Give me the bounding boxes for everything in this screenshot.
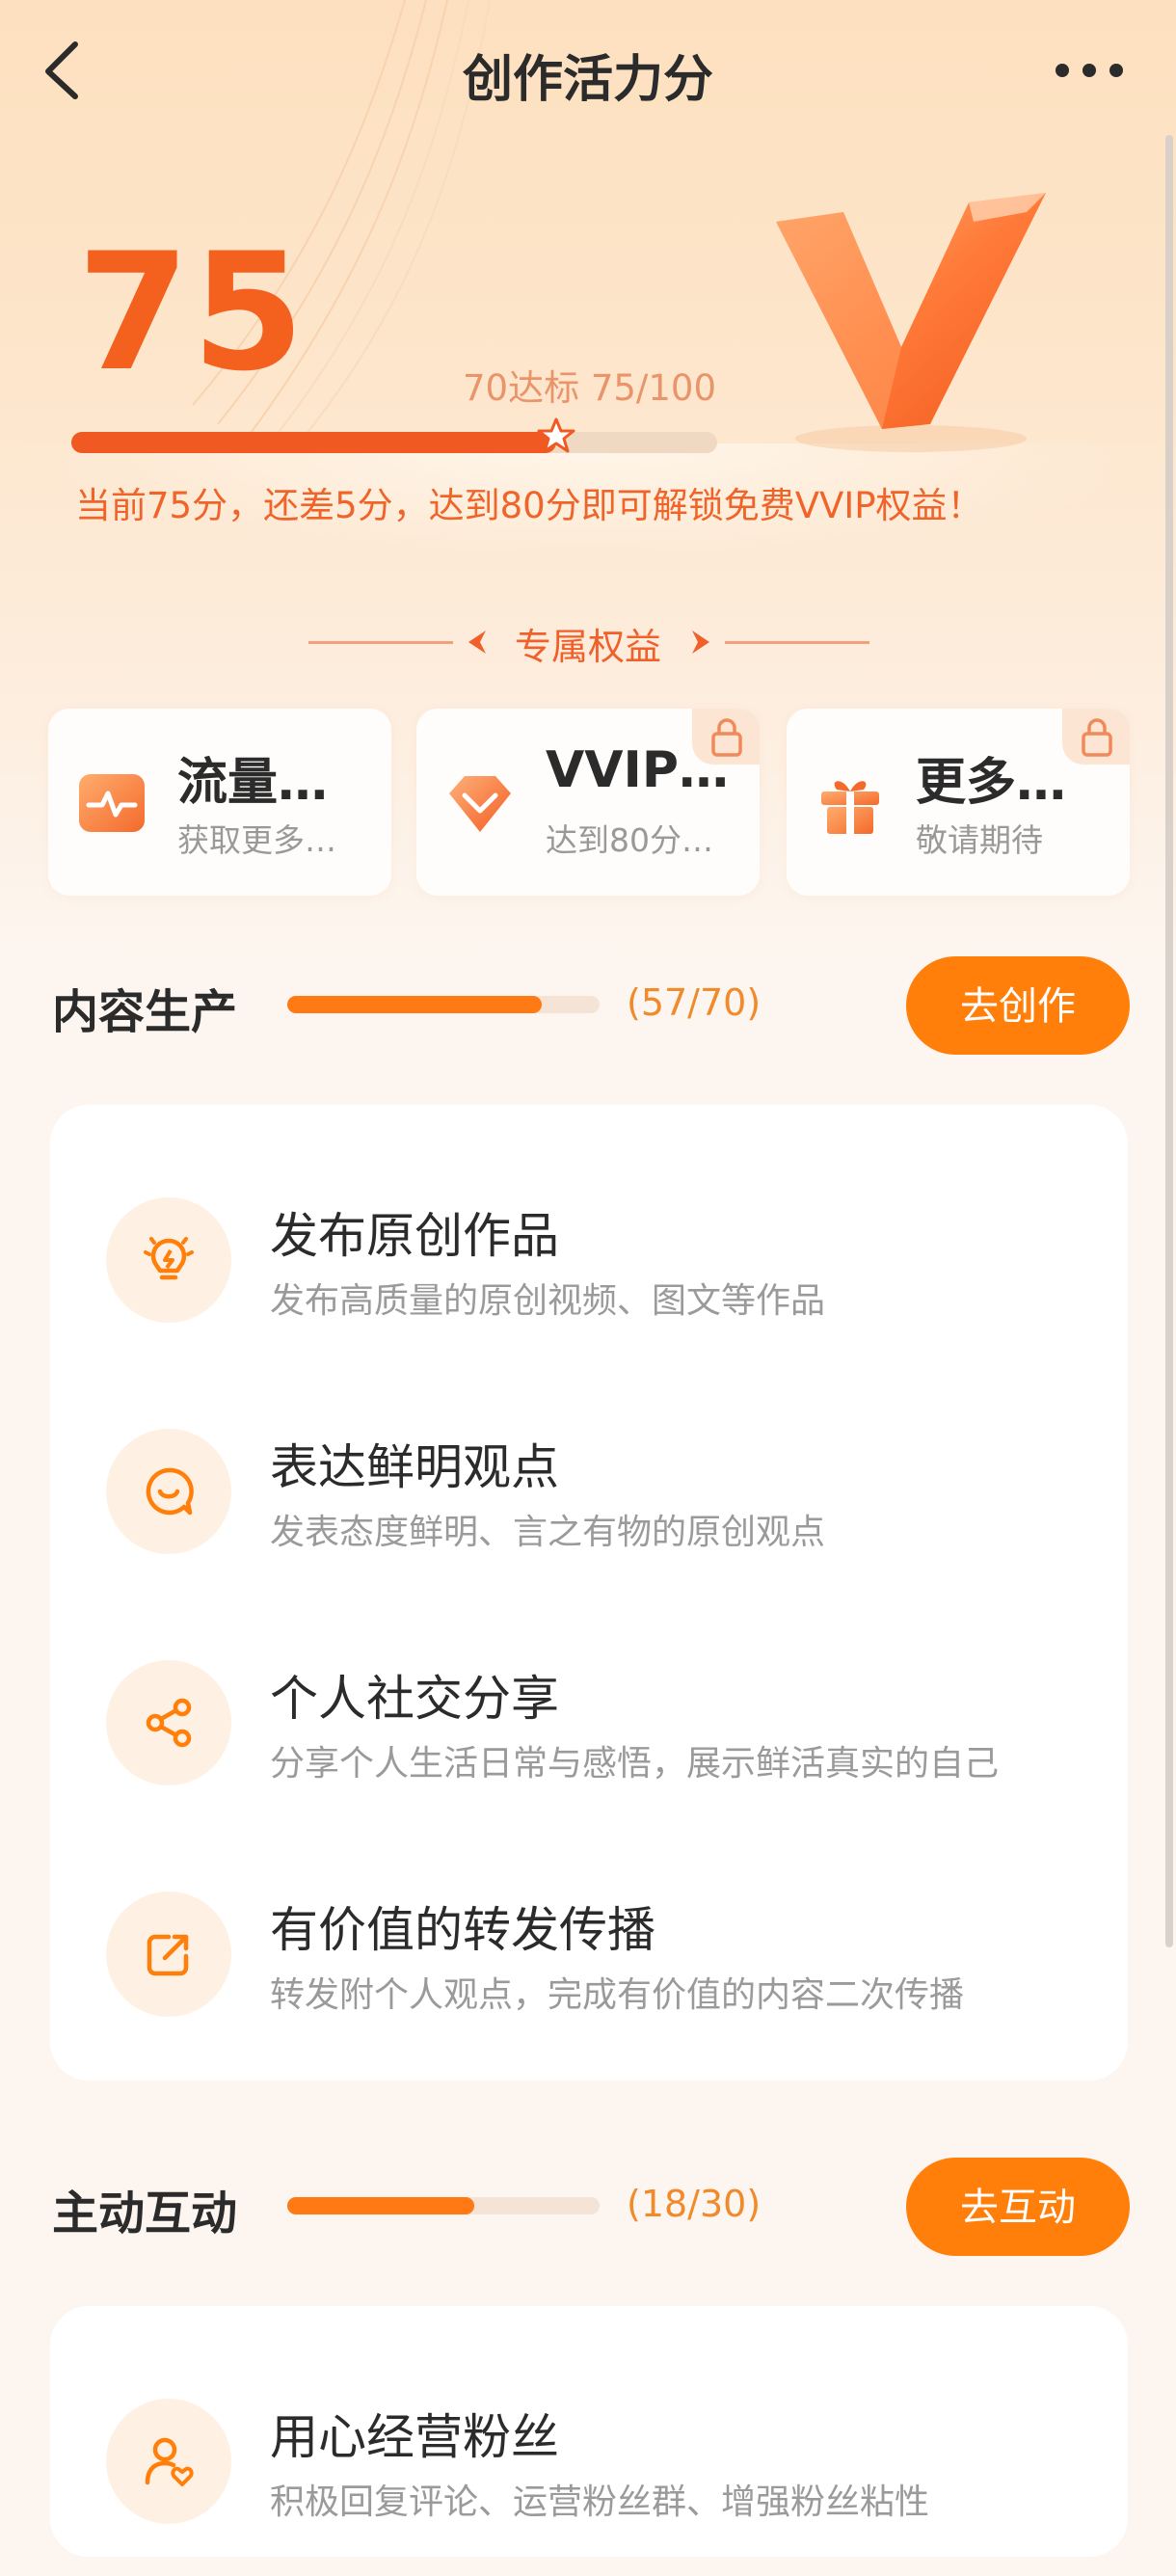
star-icon <box>537 417 575 453</box>
task-icon-wrapper <box>106 1892 231 2017</box>
lock-icon <box>1082 718 1112 757</box>
vip-v-logo <box>776 193 1046 452</box>
benefit-subtitle: 敬请期待 <box>916 821 1043 859</box>
triangle-right-icon <box>692 631 709 654</box>
lock-icon <box>711 718 742 757</box>
scrollbar[interactable] <box>1165 135 1173 1947</box>
score-target: 70达标 75/100 <box>463 367 717 409</box>
benefit-subtitle: 达到80分… <box>546 821 713 859</box>
task-icon-wrapper <box>106 1197 231 1323</box>
section-title-interaction: 主动互动 <box>52 2187 238 2241</box>
diamond-icon <box>449 776 511 832</box>
task-subtitle: 积极回复评论、运营粉丝群、增强粉丝粘性 <box>270 2482 930 2522</box>
task-subtitle: 分享个人生活日常与感悟，展示鲜活真实的自己 <box>270 1744 1000 1784</box>
task-title: 个人社交分享 <box>270 1671 559 1727</box>
task-subtitle: 发表态度鲜明、言之有物的原创观点 <box>270 1513 826 1552</box>
lock-badge <box>692 709 760 765</box>
task-icon-wrapper <box>106 2399 231 2524</box>
page-title: 创作活力分 <box>462 51 713 109</box>
section-progress-fill <box>287 2197 475 2214</box>
benefits-title: 专属权益 <box>514 626 661 668</box>
task-item[interactable]: 表达鲜明观点 发表态度鲜明、言之有物的原创观点 <box>50 1413 1128 1606</box>
section-progress-fill <box>287 996 542 1013</box>
task-item[interactable]: 个人社交分享 分享个人生活日常与感悟，展示鲜活真实的自己 <box>50 1645 1128 1838</box>
section-title-content: 内容生产 <box>52 985 238 1039</box>
task-title: 表达鲜明观点 <box>270 1439 559 1495</box>
lightbulb-icon <box>144 1237 194 1280</box>
go-create-button[interactable]: 去创作 <box>906 956 1130 1055</box>
score-hint: 当前75分，还差5分，达到80分即可解锁免费VVIP权益！ <box>75 485 983 526</box>
benefit-title: 流量… <box>177 754 329 812</box>
gift-icon <box>821 781 879 834</box>
task-title: 用心经营粉丝 <box>270 2409 559 2465</box>
task-subtitle: 转发附个人观点，完成有价值的内容二次传播 <box>270 1975 965 2015</box>
task-item[interactable]: 有价值的转发传播 转发附个人观点，完成有价值的内容二次传播 <box>50 1876 1128 2069</box>
score-progress-fill <box>71 432 556 453</box>
divider-right <box>725 641 869 644</box>
section-count: (57/70) <box>627 981 762 1024</box>
task-item[interactable]: 用心经营粉丝 积极回复评论、运营粉丝群、增强粉丝粘性 <box>50 2383 1128 2576</box>
task-card-interaction: 用心经营粉丝 积极回复评论、运营粉丝群、增强粉丝粘性 <box>50 2306 1128 2557</box>
go-interact-button[interactable]: 去互动 <box>906 2158 1130 2256</box>
more-dots-icon[interactable] <box>1053 56 1130 85</box>
task-item[interactable]: 发布原创作品 发布高质量的原创视频、图文等作品 <box>50 1182 1128 1375</box>
pulse-icon <box>79 774 145 832</box>
task-card-content: 发布原创作品 发布高质量的原创视频、图文等作品 表达鲜明观点 发表态度鲜明、言之… <box>50 1105 1128 2080</box>
section-count: (18/30) <box>627 2183 762 2225</box>
score-value: 75 <box>77 218 307 407</box>
benefit-title: 更多… <box>916 754 1067 812</box>
user-heart-icon <box>145 2437 194 2486</box>
benefit-card-more[interactable]: 更多… 敬请期待 <box>787 709 1130 896</box>
smile-chat-icon <box>146 1467 194 1516</box>
task-icon-wrapper <box>106 1660 231 1785</box>
lock-badge <box>1062 709 1130 765</box>
benefit-card-vvip[interactable]: VVIP… 达到80分… <box>416 709 760 896</box>
task-title: 有价值的转发传播 <box>270 1902 655 1958</box>
forward-icon <box>147 1934 189 1976</box>
task-icon-wrapper <box>106 1429 231 1554</box>
benefit-subtitle: 获取更多… <box>177 821 336 859</box>
task-subtitle: 发布高质量的原创视频、图文等作品 <box>270 1281 826 1321</box>
share-icon <box>146 1698 192 1748</box>
task-title: 发布原创作品 <box>270 1208 559 1264</box>
benefit-card-traffic[interactable]: 流量… 获取更多… <box>48 709 391 896</box>
